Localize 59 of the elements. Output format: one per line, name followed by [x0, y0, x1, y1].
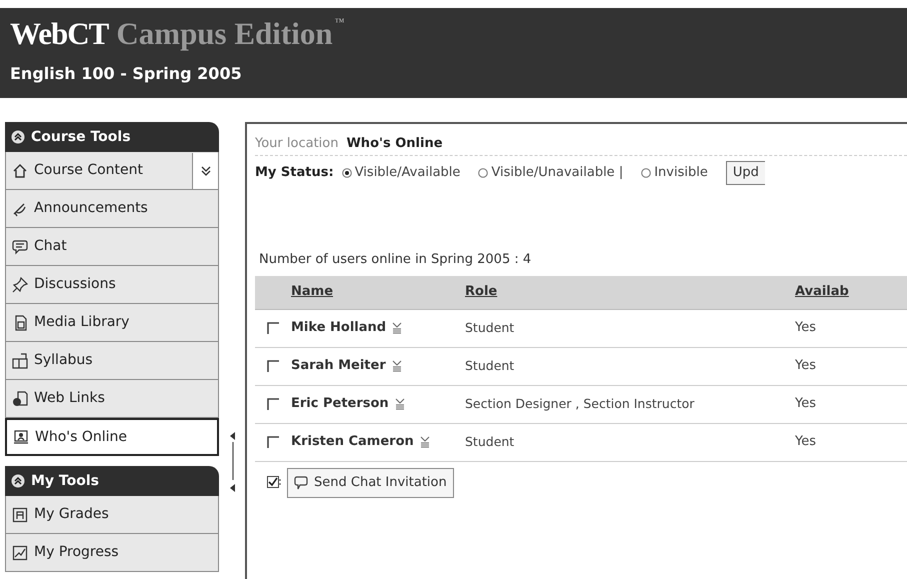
user-name[interactable]: Eric Peterson — [291, 394, 389, 414]
status-label: My Status: — [255, 164, 334, 182]
list-menu-icon — [420, 436, 430, 448]
checkbox-icon[interactable] — [267, 360, 279, 372]
speech-bubble-icon — [294, 476, 308, 490]
nav-item[interactable]: Announcements — [5, 190, 219, 228]
section-header[interactable]: My Tools — [5, 466, 219, 496]
section-title: My Tools — [31, 472, 99, 490]
user-role: Student — [465, 318, 516, 337]
nav-item[interactable]: Course Content — [5, 152, 219, 190]
user-role: Student — [465, 432, 516, 451]
location-label: Your location — [255, 134, 338, 153]
select-all-icon — [267, 476, 281, 489]
user-role: Student — [465, 356, 516, 375]
trademark-sign: ™ — [334, 16, 344, 30]
pushpin-icon — [12, 276, 28, 292]
availability: Yes — [795, 319, 817, 338]
checkbox-icon[interactable] — [267, 322, 279, 334]
user-name[interactable]: Mike Holland — [291, 318, 386, 338]
availability: Yes — [795, 357, 817, 376]
brand-name: WebCT — [10, 16, 108, 52]
location-current: Who's Online — [346, 134, 443, 153]
list-menu-icon — [394, 398, 405, 410]
product-name: Campus Edition — [116, 16, 333, 52]
grades-icon — [12, 506, 28, 522]
nav-item[interactable]: Discussions — [5, 266, 219, 304]
update-button[interactable]: Upd — [726, 161, 765, 185]
nav-item[interactable]: Syllabus — [5, 342, 219, 380]
house-icon — [12, 162, 28, 178]
availability: Yes — [795, 433, 817, 452]
person-card-icon — [13, 429, 29, 445]
availability: Yes — [795, 395, 817, 414]
book-icon — [12, 352, 28, 368]
status-radio[interactable]: Visible/Unavailable | — [478, 163, 624, 183]
chart-icon — [12, 544, 28, 560]
user-name[interactable]: Sarah Meiter — [291, 356, 386, 376]
nav-item[interactable]: Who's Online — [5, 418, 219, 456]
section-title: Course Tools — [31, 128, 131, 146]
speech-bubble-icon — [12, 238, 28, 254]
section-header[interactable]: Course Tools — [5, 122, 219, 152]
checkbox-icon[interactable] — [267, 398, 279, 410]
list-menu-icon — [392, 322, 402, 334]
status-radio[interactable]: Visible/Available — [342, 163, 460, 183]
course-title: English 100 - Spring 2005 — [10, 63, 243, 85]
table-header: Name Role Availab — [255, 276, 907, 310]
menu-toggle[interactable] — [192, 152, 218, 188]
nav-item[interactable]: Media Library — [5, 304, 219, 342]
chevron-down-icon — [200, 164, 210, 176]
nav-item[interactable]: My Grades — [5, 496, 219, 534]
nav-item[interactable]: Web Links — [5, 380, 219, 418]
users-online-count: Number of users online in Spring 2005 : 4 — [259, 251, 532, 269]
checkbox-icon[interactable] — [267, 436, 279, 448]
nav-item[interactable]: Chat — [5, 228, 219, 266]
nav-item[interactable]: My Progress — [5, 534, 219, 572]
send-chat-invitation-button[interactable]: Send Chat Invitation — [287, 468, 454, 498]
user-role: Section Designer , Section Instructor — [465, 394, 696, 413]
list-menu-icon — [392, 360, 402, 372]
status-radio[interactable]: Invisible — [641, 163, 708, 183]
user-name[interactable]: Kristen Cameron — [291, 432, 414, 452]
